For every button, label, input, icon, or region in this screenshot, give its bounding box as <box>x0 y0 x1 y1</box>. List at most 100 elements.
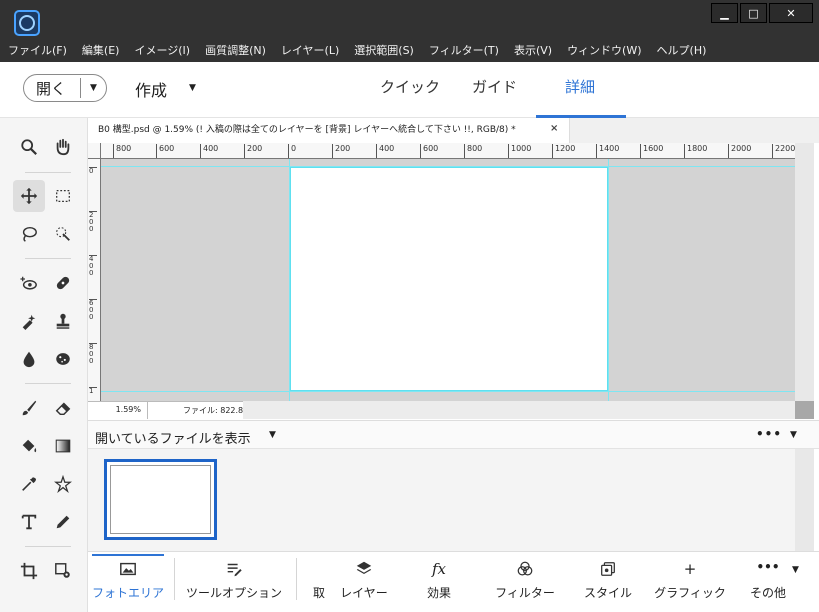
thumbnail-image <box>110 465 211 534</box>
tool-options-button[interactable]: ツールオプション <box>186 552 282 612</box>
custom-shape-icon[interactable] <box>47 468 79 500</box>
photo-bin-source-select[interactable]: 開いているファイルを表示 <box>95 428 251 447</box>
menu-image[interactable]: イメージ(I) <box>134 42 190 58</box>
photo-bin-scrollbar[interactable] <box>795 449 814 551</box>
zoom-tool-icon[interactable] <box>13 131 45 163</box>
menu-help[interactable]: ヘルプ(H) <box>657 42 707 58</box>
hand-tool-icon[interactable] <box>47 131 79 163</box>
clone-stamp-icon[interactable] <box>47 305 79 337</box>
toolbox-divider <box>25 172 71 173</box>
guide-line <box>608 159 609 401</box>
scrollbar-thumb[interactable] <box>795 401 814 419</box>
lasso-tool-icon[interactable] <box>13 218 45 250</box>
ruler-corner <box>88 143 101 159</box>
tab-guided[interactable]: ガイド <box>472 76 517 97</box>
crop-tool-icon[interactable] <box>13 555 45 587</box>
smart-brush-icon[interactable] <box>13 305 45 337</box>
panel-label: フィルター <box>495 586 555 600</box>
paint-bucket-icon[interactable] <box>13 430 45 462</box>
menu-edit[interactable]: 編集(E) <box>82 42 120 58</box>
move-tool-icon[interactable] <box>13 180 45 212</box>
photo-bin-button[interactable]: フォトエリア <box>92 552 164 612</box>
ruler-label: 0 <box>288 144 296 158</box>
document-tab-bar: B0 構型.psd @ 1.59% (! 入稿の際は全てのレイヤーを [背景] … <box>88 118 819 143</box>
tool-options-icon <box>186 552 282 578</box>
maximize-button[interactable]: □ <box>740 3 767 23</box>
toolbox-divider <box>25 383 71 384</box>
chevron-down-icon[interactable]: ▼ <box>81 83 106 93</box>
menu-select[interactable]: 選択範囲(S) <box>354 42 414 58</box>
filter-icon <box>488 552 562 578</box>
more-panels-button[interactable]: ••• その他 <box>744 552 792 612</box>
undo-button[interactable]: 取 <box>308 552 330 612</box>
toolbox-divider <box>25 258 71 259</box>
window-controls: ▁ □ ✕ <box>709 3 813 23</box>
styles-button[interactable]: スタイル <box>578 552 638 612</box>
zoom-level[interactable]: 1.59% <box>88 402 148 419</box>
ruler-label: 600 <box>156 144 174 158</box>
menu-layer[interactable]: レイヤー(L) <box>281 42 339 58</box>
pencil-tool-icon[interactable] <box>47 506 79 538</box>
brush-tool-icon[interactable] <box>13 392 45 424</box>
vertical-ruler: 0 200 400 600 800 1 <box>88 159 101 401</box>
layers-button[interactable]: レイヤー <box>334 552 394 612</box>
create-button[interactable]: 作成 <box>135 77 167 101</box>
collapse-chevron-icon[interactable]: ▼ <box>790 430 797 440</box>
document-thumbnail[interactable] <box>104 459 217 540</box>
photo-bin-icon <box>92 552 164 578</box>
more-options-icon[interactable]: ••• <box>756 427 782 441</box>
chevron-down-icon[interactable]: ▼ <box>189 83 196 93</box>
panel-label: スタイル <box>583 586 632 600</box>
close-window-button[interactable]: ✕ <box>769 3 813 23</box>
menu-view[interactable]: 表示(V) <box>514 42 552 58</box>
panel-label: ツールオプション <box>186 586 283 600</box>
eyedropper-icon[interactable] <box>13 468 45 500</box>
document-canvas[interactable] <box>289 166 609 392</box>
ruler-label: 1800 <box>684 144 707 158</box>
photo-bin-header: 開いているファイルを表示 ▼ ••• ▼ <box>88 420 819 449</box>
gradient-tool-icon[interactable] <box>47 430 79 462</box>
type-tool-icon[interactable] <box>13 506 45 538</box>
marquee-tool-icon[interactable] <box>47 180 79 212</box>
guide-line <box>101 391 795 392</box>
menu-file[interactable]: ファイル(F) <box>8 42 67 58</box>
ruler-label: 1 <box>89 387 97 395</box>
ruler-label: 800 <box>89 343 97 365</box>
chevron-down-icon[interactable]: ▼ <box>269 430 276 440</box>
red-eye-tool-icon[interactable] <box>13 267 45 299</box>
chevron-down-icon[interactable]: ▼ <box>792 565 799 575</box>
menu-enhance[interactable]: 画質調整(N) <box>205 42 266 58</box>
vertical-scrollbar[interactable] <box>795 143 814 401</box>
eraser-tool-icon[interactable] <box>47 392 79 424</box>
document-tab[interactable]: B0 構型.psd @ 1.59% (! 入稿の際は全てのレイヤーを [背景] … <box>88 118 570 143</box>
ruler-label: 1200 <box>552 144 575 158</box>
horizontal-scrollbar[interactable] <box>243 401 795 419</box>
menu-window[interactable]: ウィンドウ(W) <box>567 42 641 58</box>
open-button[interactable]: 開く ▼ <box>23 74 107 102</box>
blur-tool-icon[interactable] <box>13 343 45 375</box>
close-icon[interactable]: × <box>550 123 558 134</box>
ruler-label: 1000 <box>508 144 531 158</box>
menu-filter[interactable]: フィルター(T) <box>429 42 499 58</box>
ruler-label: 800 <box>113 144 131 158</box>
ruler-label: 0 <box>89 167 97 175</box>
tab-expert[interactable]: 詳細 <box>565 76 595 97</box>
filters-button[interactable]: フィルター <box>488 552 562 612</box>
horizontal-ruler: 800 600 400 200 0 200 400 600 800 1000 1… <box>101 143 795 159</box>
canvas-area[interactable] <box>101 159 795 401</box>
minimize-button[interactable]: ▁ <box>711 3 738 23</box>
ruler-label: 2000 <box>728 144 751 158</box>
tab-quick[interactable]: クイック <box>380 76 440 97</box>
spot-healing-brush-icon[interactable] <box>47 267 79 299</box>
effects-button[interactable]: fx 効果 <box>414 552 464 612</box>
more-icon: ••• <box>756 560 780 574</box>
recompose-tool-icon[interactable] <box>47 555 79 587</box>
guide-line <box>101 166 795 167</box>
open-button-label: 開く <box>36 79 67 98</box>
mode-bar: 開く ▼ 作成 ▼ クイック ガイド 詳細 <box>0 62 819 118</box>
quick-selection-tool-icon[interactable] <box>47 218 79 250</box>
title-bar: ▁ □ ✕ ファイル(F) 編集(E) イメージ(I) 画質調整(N) レイヤー… <box>0 0 819 62</box>
graphics-button[interactable]: + グラフィック <box>654 552 726 612</box>
ruler-label: 400 <box>89 255 97 277</box>
sponge-tool-icon[interactable] <box>47 343 79 375</box>
